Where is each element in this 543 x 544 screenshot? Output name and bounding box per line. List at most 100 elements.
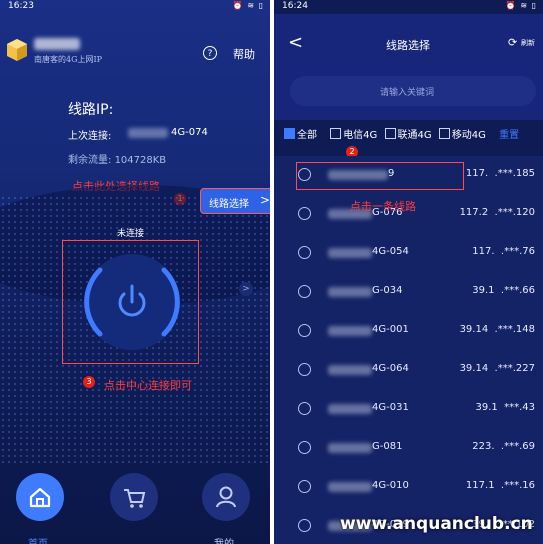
line-ip: 117.2 .***.120 xyxy=(459,207,535,218)
last-connect-value: 4G-074 xyxy=(171,127,208,138)
status-bar: 16:24 ⏰ ≋ ▯ xyxy=(274,0,543,14)
line-name-redacted xyxy=(328,248,372,258)
line-ip: 117.1 .***.16 xyxy=(465,480,535,491)
user-icon xyxy=(202,473,250,521)
line-ip: 117. .***.76 xyxy=(472,246,535,257)
radio-icon[interactable] xyxy=(298,285,311,298)
line-name-redacted xyxy=(328,326,372,336)
line-name-redacted xyxy=(328,404,372,414)
select-line-label: 线路选择 xyxy=(209,199,249,210)
cart-icon xyxy=(110,473,158,521)
hint-connect: 点击中心连接即可 xyxy=(104,379,192,392)
hint-select-one: 点击一条线路 xyxy=(350,200,416,213)
radio-icon[interactable] xyxy=(298,480,311,493)
remaining-flow: 剩余流量: 104728KB xyxy=(68,151,166,166)
reset-button[interactable]: 重置 xyxy=(499,130,519,141)
select-line-button[interactable]: 线路选择 > xyxy=(200,188,270,214)
back-icon[interactable]: < xyxy=(288,32,303,53)
line-ip: 223. .***.69 xyxy=(472,441,535,452)
nav-buy[interactable] xyxy=(110,473,158,543)
line-ip: 39.1 .***.66 xyxy=(472,285,535,296)
line-name: 4G-054 xyxy=(372,246,409,257)
line-row[interactable]: 4G-054 117. .***.76 xyxy=(274,234,543,274)
help-icon: ? xyxy=(203,46,217,60)
radio-icon[interactable] xyxy=(298,324,311,337)
line-select-screen: 16:24 ⏰ ≋ ▯ < 线路选择 ⟳ 刷新 请输入关键词 全部 电信4G 联… xyxy=(274,0,543,544)
filter-all-label: 全部 xyxy=(297,130,317,141)
line-name-redacted xyxy=(328,287,372,297)
line-name: G-081 xyxy=(372,441,403,452)
page-title: 线路选择 xyxy=(386,39,430,52)
line-name-redacted xyxy=(328,443,372,453)
connection-status: 未连接 xyxy=(117,229,145,239)
remaining-flow-value: 104728KB xyxy=(114,155,167,166)
line-name-redacted xyxy=(328,482,372,492)
filter-unicom-label: 联通4G xyxy=(397,130,432,141)
chevron-right-side-icon[interactable]: > xyxy=(239,282,253,296)
help-label: 帮助 xyxy=(233,48,255,61)
home-icon xyxy=(16,473,64,521)
nav-mine[interactable]: 我的 xyxy=(202,473,250,544)
checkbox-icon xyxy=(330,128,342,139)
line-row[interactable]: G-081 223. .***.69 xyxy=(274,429,543,469)
status-icons: ⏰ ≋ ▯ xyxy=(505,1,537,10)
line-name: 4G-031 xyxy=(372,402,409,413)
filter-telecom[interactable]: 电信4G xyxy=(330,128,378,141)
status-time: 16:24 xyxy=(282,1,308,11)
chevron-right-icon: > xyxy=(259,193,270,207)
checkbox-icon xyxy=(438,128,450,139)
status-bar: 16:23 ⏰ ≋ ▯ xyxy=(0,0,270,14)
filter-mobile-label: 移动4G xyxy=(451,130,486,141)
search-input[interactable]: 请输入关键词 xyxy=(290,76,536,106)
annotation-badge-3: 3 xyxy=(83,376,95,388)
filter-all[interactable]: 全部 xyxy=(284,128,317,141)
radio-icon[interactable] xyxy=(298,207,311,220)
line-list: 9 117. .***.185 G-076 117.2 .***.120 4G-054 1… xyxy=(274,156,543,544)
logo-icon xyxy=(7,39,27,61)
line-name: 4G-010 xyxy=(372,480,409,491)
line-ip: 39.14 .***.148 xyxy=(459,324,535,335)
filter-unicom[interactable]: 联通4G xyxy=(384,128,432,141)
line-ip: 39.1 ***.43 xyxy=(475,402,535,413)
power-button[interactable] xyxy=(70,246,194,358)
nav-mine-label: 我的 xyxy=(214,535,234,544)
line-name: 4G-064 xyxy=(372,363,409,374)
nav-home[interactable]: 首页 xyxy=(16,473,64,544)
line-name-redacted xyxy=(328,365,372,375)
filter-telecom-label: 电信4G xyxy=(343,130,378,141)
radio-icon[interactable] xyxy=(298,246,311,259)
status-icons: ⏰ ≋ ▯ xyxy=(232,1,264,10)
app-logo xyxy=(6,38,28,62)
line-row[interactable]: 4G-064 39.14 .***.227 xyxy=(274,351,543,391)
status-time: 16:23 xyxy=(8,1,34,11)
filter-bar: 全部 电信4G 联通4G 移动4G 重置 xyxy=(284,126,519,141)
last-connect-label: 上次连接: xyxy=(68,131,112,142)
line-name: G-034 xyxy=(372,285,403,296)
line-name: 4G-001 xyxy=(372,324,409,335)
refresh-label: 刷新 xyxy=(521,39,535,47)
radio-icon[interactable] xyxy=(298,441,311,454)
line-row[interactable]: G-034 39.1 .***.66 xyxy=(274,273,543,313)
watermark: www.anquanclub.cn xyxy=(340,514,533,534)
line-row[interactable]: 4G-001 39.14 .***.148 xyxy=(274,312,543,352)
refresh-button[interactable]: ⟳ 刷新 xyxy=(508,36,542,52)
brand-tagline: 南唐客的4G上网IP xyxy=(34,55,103,64)
last-connect-redacted xyxy=(128,128,168,138)
line-ip-label: 线路IP: xyxy=(68,102,114,118)
line-ip: 39.14 .***.227 xyxy=(459,363,535,374)
line-ip: 117. .***.185 xyxy=(465,168,535,179)
radio-icon[interactable] xyxy=(298,519,311,532)
annotation-box-line xyxy=(296,162,464,190)
nav-home-label: 首页 xyxy=(28,535,48,544)
refresh-icon: ⟳ xyxy=(508,36,518,49)
radio-icon[interactable] xyxy=(298,402,311,415)
checkbox-icon xyxy=(384,128,396,139)
line-row[interactable]: 4G-010 117.1 .***.16 xyxy=(274,468,543,508)
line-row[interactable]: 4G-031 39.1 ***.43 xyxy=(274,390,543,430)
app-name-redacted xyxy=(34,38,80,50)
checkbox-checked-icon xyxy=(284,128,295,139)
remaining-flow-label: 剩余流量: xyxy=(68,155,112,166)
filter-mobile[interactable]: 移动4G xyxy=(438,128,486,141)
radio-icon[interactable] xyxy=(298,363,311,376)
search-placeholder: 请输入关键词 xyxy=(380,88,435,98)
